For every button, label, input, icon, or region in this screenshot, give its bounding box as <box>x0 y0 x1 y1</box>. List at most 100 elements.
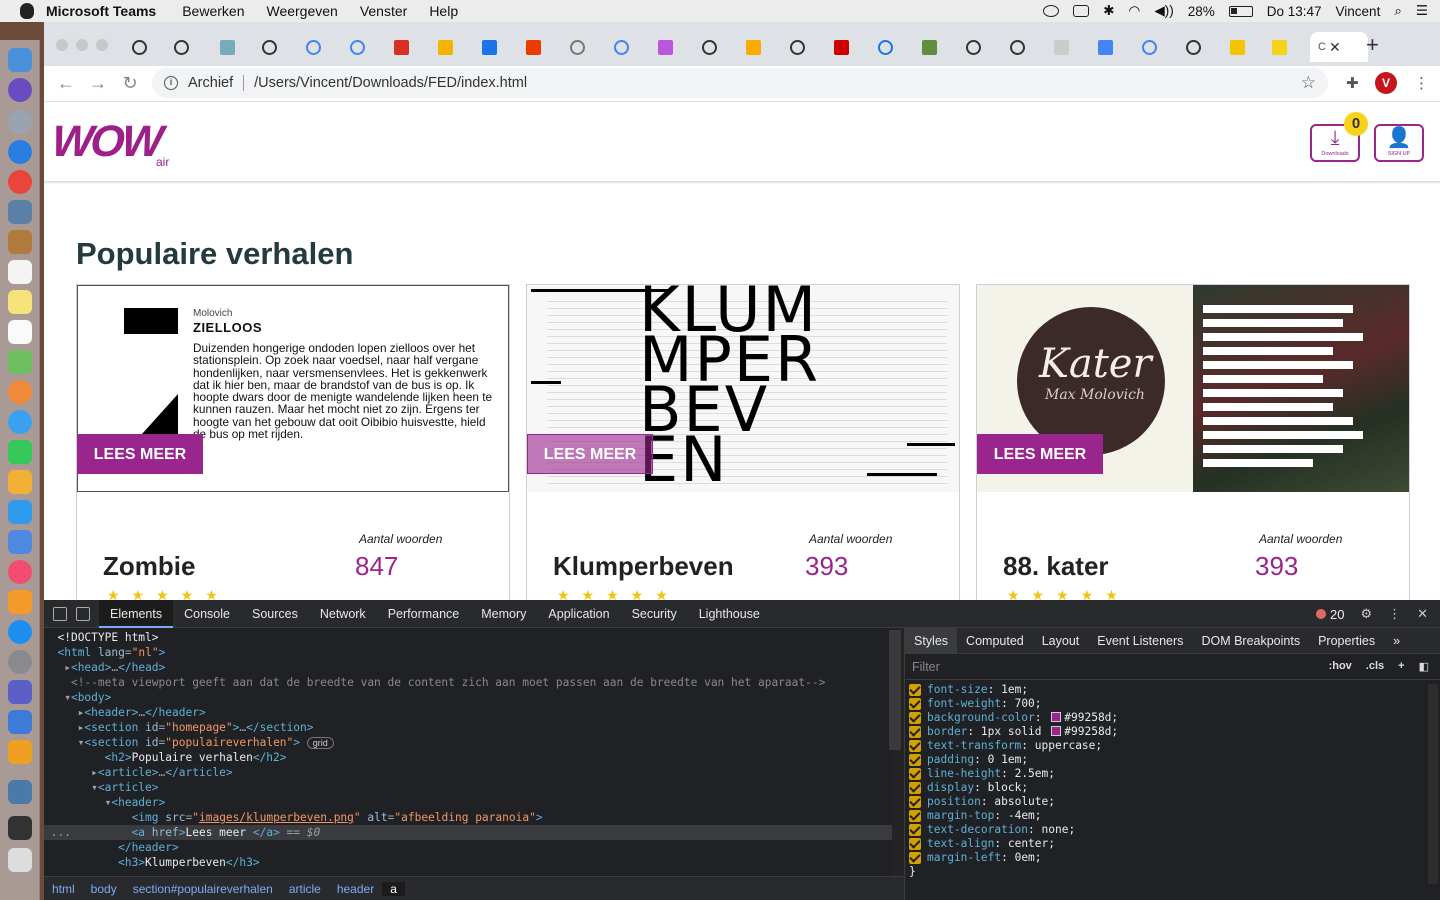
tab-wj[interactable] <box>482 36 518 58</box>
minimize-window-button[interactable] <box>76 39 88 51</box>
tab-security[interactable]: Security <box>621 600 688 628</box>
tab-computed[interactable]: Computed <box>957 628 1033 654</box>
zoom-window-button[interactable] <box>96 39 108 51</box>
signup-button[interactable]: 👤 SIGN UP <box>1374 124 1424 162</box>
css-property[interactable]: text-transform <box>927 739 1021 753</box>
messages-icon[interactable] <box>8 410 32 434</box>
css-value[interactable]: #99258d; <box>1048 711 1118 725</box>
facetime-icon[interactable] <box>8 440 32 464</box>
hov-toggle[interactable]: :hov <box>1329 660 1352 673</box>
tab-github-7[interactable] <box>1010 36 1046 58</box>
css-value[interactable]: 1px solid #99258d; <box>981 725 1118 739</box>
tab-google-4[interactable] <box>1142 36 1178 58</box>
info-icon[interactable]: i <box>164 76 178 90</box>
declaration-checkbox[interactable] <box>909 684 921 696</box>
wifi-icon[interactable]: ◠ <box>1129 3 1141 19</box>
notes-icon[interactable] <box>8 290 32 314</box>
tab-smiley[interactable] <box>1272 36 1308 58</box>
volume-icon[interactable]: ◀)) <box>1154 3 1173 19</box>
new-rule-icon[interactable]: + <box>1398 660 1404 673</box>
css-value[interactable]: 2.5em; <box>1015 767 1055 781</box>
css-declaration[interactable]: background-color: #99258d; <box>909 711 1118 725</box>
declaration-checkbox[interactable] <box>909 726 921 738</box>
downloads-stack-icon[interactable] <box>8 780 32 804</box>
dom-line[interactable]: <html lang="nl"> <box>44 645 892 660</box>
control-center-icon[interactable]: ☰ <box>1416 3 1428 19</box>
css-declaration[interactable]: position: absolute; <box>909 795 1118 809</box>
error-count-badge[interactable]: 20 <box>1315 607 1344 622</box>
css-property[interactable]: border <box>927 725 967 739</box>
color-swatch[interactable] <box>1051 712 1062 722</box>
dom-line[interactable]: ▾<section id="populaireverhalen"> grid <box>44 735 892 750</box>
numbers-icon[interactable] <box>8 500 32 524</box>
inspect-element-icon[interactable] <box>53 606 67 621</box>
battery-icon[interactable] <box>1228 5 1253 17</box>
breadcrumb-a[interactable]: a <box>382 881 405 896</box>
css-property[interactable]: line-height <box>927 767 1001 781</box>
system-preferences-icon[interactable] <box>8 650 32 674</box>
toggle-sidebar-icon[interactable]: ◧ <box>1419 660 1429 673</box>
dom-line[interactable]: ▾<article> <box>44 780 892 795</box>
spotlight-icon[interactable]: ⌕ <box>1394 3 1402 19</box>
css-property[interactable]: position <box>927 795 981 809</box>
tab-event-listeners[interactable]: Event Listeners <box>1088 628 1192 654</box>
dom-line[interactable]: <h3>Klumperbeven</h3> <box>44 855 892 870</box>
dom-line[interactable]: </header> <box>44 840 892 855</box>
tab-properties[interactable]: Properties <box>1309 628 1384 654</box>
screenshot-icon[interactable] <box>8 710 32 734</box>
css-declaration[interactable]: margin-left: 0em; <box>909 851 1118 865</box>
tab-sources[interactable]: Sources <box>241 600 309 628</box>
safari-icon[interactable] <box>8 140 32 164</box>
tab-github-6[interactable] <box>966 36 1002 58</box>
breadcrumb-body[interactable]: body <box>83 882 125 896</box>
css-declaration[interactable]: padding: 0 1em; <box>909 753 1118 767</box>
declaration-checkbox[interactable] <box>909 810 921 822</box>
css-value[interactable]: absolute; <box>994 795 1055 809</box>
tab-google-2[interactable] <box>350 36 386 58</box>
tab-chart[interactable] <box>746 36 782 58</box>
music-icon[interactable] <box>8 560 32 584</box>
declaration-checkbox[interactable] <box>909 852 921 864</box>
apple-icon[interactable] <box>20 3 34 19</box>
reminders-icon[interactable] <box>8 320 32 344</box>
tab-active[interactable]: C ✕ <box>1310 32 1368 62</box>
tab-shopify[interactable] <box>922 36 958 58</box>
tab-docs[interactable] <box>1098 36 1134 58</box>
device-toolbar-icon[interactable] <box>76 606 90 621</box>
css-property[interactable]: padding <box>927 753 974 767</box>
tab-dom-breakpoints[interactable]: DOM Breakpoints <box>1192 628 1309 654</box>
css-declaration[interactable]: font-size: 1em; <box>909 683 1118 697</box>
tab-github-2[interactable] <box>174 36 210 58</box>
css-declaration[interactable]: margin-top: -4em; <box>909 809 1118 823</box>
more-options-icon[interactable]: ⋮ <box>1388 606 1401 622</box>
tab-k[interactable] <box>1230 36 1266 58</box>
dom-line[interactable]: <!DOCTYPE html> <box>44 630 892 645</box>
declaration-checkbox[interactable] <box>909 782 921 794</box>
clock[interactable]: Do 13:47 <box>1267 4 1322 19</box>
new-tab-button[interactable]: + <box>1366 32 1379 58</box>
tab-console[interactable]: Console <box>173 600 241 628</box>
dom-line[interactable]: <img src="images/klumperbeven.png" alt="… <box>44 810 892 825</box>
tab-github-5[interactable] <box>790 36 826 58</box>
tab-search[interactable] <box>878 36 914 58</box>
breadcrumb-html[interactable]: html <box>44 882 83 896</box>
declaration-checkbox[interactable] <box>909 698 921 710</box>
menu-help[interactable]: Help <box>429 3 458 19</box>
user-name[interactable]: Vincent <box>1336 4 1381 19</box>
tab-lighthouse[interactable]: Lighthouse <box>688 600 771 628</box>
color-swatch[interactable] <box>1051 726 1062 736</box>
menu-bewerken[interactable]: Bewerken <box>182 3 244 19</box>
tab-google-3[interactable] <box>614 36 650 58</box>
css-value[interactable]: -4em; <box>1008 809 1042 823</box>
tab-github-1[interactable] <box>132 36 168 58</box>
dom-line[interactable]: <!--meta viewport geeft aan dat de breed… <box>44 675 892 690</box>
css-value[interactable]: none; <box>1042 823 1076 837</box>
tab-github-8[interactable] <box>1186 36 1222 58</box>
css-declaration[interactable]: display: block; <box>909 781 1118 795</box>
menu-weergeven[interactable]: Weergeven <box>266 3 337 19</box>
app-store-icon[interactable] <box>8 620 32 644</box>
tab-wordpress[interactable] <box>570 36 606 58</box>
tab-styles[interactable]: Styles <box>905 627 958 654</box>
preview-icon[interactable] <box>8 200 32 224</box>
declaration-checkbox[interactable] <box>909 838 921 850</box>
